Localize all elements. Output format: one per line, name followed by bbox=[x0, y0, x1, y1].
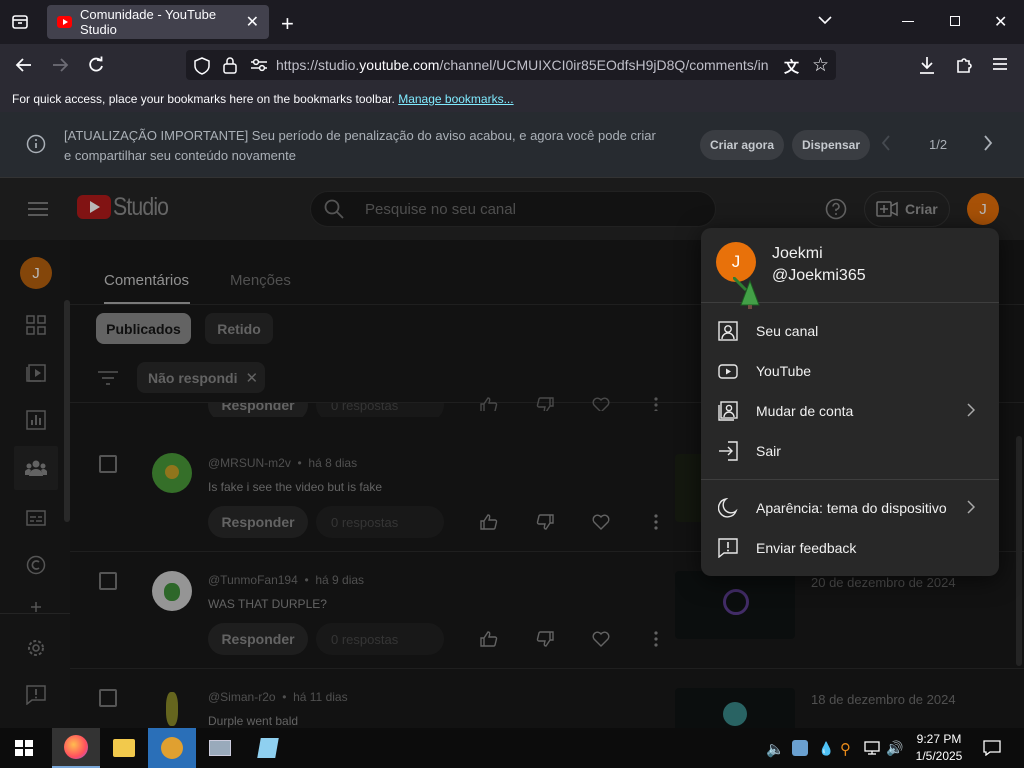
notice-text: [ATUALIZAÇÃO IMPORTANTE] Seu período de … bbox=[64, 128, 656, 163]
new-tab-icon[interactable]: + bbox=[281, 11, 294, 37]
url-input[interactable]: https://studio. youtube.com/channel/UCMUI… bbox=[186, 50, 836, 80]
menu-item-youtube[interactable]: YouTube bbox=[701, 351, 999, 391]
create-now-button[interactable]: Criar agora bbox=[700, 130, 784, 160]
translate-icon[interactable]: 文 bbox=[784, 56, 799, 77]
lock-icon[interactable] bbox=[223, 56, 237, 74]
star-bookmark-icon[interactable]: ☆ bbox=[812, 54, 829, 77]
browser-tab-active[interactable]: Comunidade - YouTube Studio ✕ bbox=[47, 5, 269, 39]
url-prefix: https://studio. bbox=[276, 57, 360, 73]
window-close-icon[interactable]: ✕ bbox=[994, 12, 1007, 32]
notepad-icon bbox=[257, 738, 279, 758]
info-icon bbox=[26, 134, 46, 154]
minimize-icon[interactable] bbox=[902, 21, 914, 22]
tab-list-icon[interactable] bbox=[11, 13, 29, 31]
maximize-icon[interactable] bbox=[950, 16, 960, 26]
chevron-left-icon[interactable] bbox=[880, 134, 892, 152]
notifications-icon[interactable] bbox=[983, 740, 1001, 756]
reload-icon[interactable] bbox=[86, 55, 106, 75]
windows-start-icon[interactable] bbox=[15, 740, 33, 756]
menu-divider bbox=[701, 479, 999, 480]
switch-account-icon bbox=[718, 401, 738, 421]
sign-out-icon bbox=[718, 441, 738, 461]
menu-item-label: Aparência: tema do dispositivo bbox=[756, 500, 947, 516]
computer-icon bbox=[209, 740, 231, 756]
youtube-play-icon bbox=[718, 361, 738, 381]
account-name: Joekmi bbox=[772, 245, 823, 262]
menu-item-label: YouTube bbox=[756, 363, 812, 379]
network-tray-icon[interactable] bbox=[864, 741, 880, 755]
youtube-favicon-icon bbox=[57, 16, 72, 28]
dismiss-button[interactable]: Dispensar bbox=[792, 130, 870, 160]
menu-avatar: J bbox=[716, 242, 756, 282]
firefox-icon bbox=[64, 735, 88, 759]
navigation-toolbar: https://studio. youtube.com/channel/UCMUI… bbox=[0, 44, 1024, 86]
taskbar-app-pinned[interactable] bbox=[148, 728, 196, 768]
folder-icon bbox=[113, 739, 135, 757]
extensions-puzzle-icon[interactable] bbox=[955, 55, 973, 75]
taskbar-clock[interactable]: 9:27 PM 1/5/2025 bbox=[910, 731, 968, 765]
url-host: youtube.com bbox=[359, 57, 440, 73]
notice-banner: [ATUALIZAÇÃO IMPORTANTE] Seu período de … bbox=[0, 112, 1024, 178]
chevron-right-icon[interactable] bbox=[982, 134, 994, 152]
taskbar-file-explorer[interactable] bbox=[100, 728, 148, 768]
volume-tray-icon[interactable]: 🔊 bbox=[886, 740, 903, 757]
clock-date: 1/5/2025 bbox=[915, 749, 963, 763]
taskbar-app-network[interactable] bbox=[196, 728, 244, 768]
mouse-cursor-icon bbox=[733, 277, 763, 309]
droplet-tray-icon[interactable]: 💧 bbox=[818, 741, 834, 757]
tab-title: Comunidade - YouTube Studio bbox=[80, 7, 217, 37]
notice-pager: 1/2 bbox=[929, 137, 948, 152]
chevron-right-icon bbox=[967, 403, 975, 417]
permissions-icon[interactable] bbox=[250, 58, 268, 72]
menu-item-your-channel[interactable]: Seu canal bbox=[701, 311, 999, 351]
app-icon bbox=[161, 737, 183, 759]
search-tray-icon[interactable]: ⚲ bbox=[840, 740, 851, 758]
url-path: /channel/UCMUIXCI0ir85EOdfsH9jD8Q/commen… bbox=[439, 57, 769, 73]
menu-item-appearance[interactable]: Aparência: tema do dispositivo bbox=[701, 488, 999, 528]
chevron-right-icon bbox=[967, 500, 975, 514]
menu-item-switch-account[interactable]: Mudar de conta bbox=[701, 391, 999, 431]
taskbar-app-notepad[interactable] bbox=[244, 728, 292, 768]
person-box-icon bbox=[718, 321, 738, 341]
shield-icon[interactable] bbox=[194, 57, 210, 75]
bookmarks-hint: For quick access, place your bookmarks h… bbox=[12, 92, 395, 106]
menu-item-label: Enviar feedback bbox=[756, 540, 857, 556]
forward-arrow-icon[interactable] bbox=[50, 55, 70, 75]
manage-bookmarks-link[interactable]: Manage bookmarks... bbox=[398, 92, 513, 106]
menu-item-label: Mudar de conta bbox=[756, 403, 854, 419]
hamburger-menu-icon[interactable] bbox=[992, 57, 1008, 71]
feedback-icon bbox=[718, 538, 738, 558]
tray-app-icon[interactable] bbox=[792, 740, 808, 756]
menu-item-label: Sair bbox=[756, 443, 781, 459]
moon-icon bbox=[718, 498, 738, 518]
menu-item-send-feedback[interactable]: Enviar feedback bbox=[701, 528, 999, 568]
menu-item-label: Seu canal bbox=[756, 323, 819, 339]
chevron-down-icon[interactable] bbox=[817, 14, 833, 26]
account-handle: @Joekmi365 bbox=[772, 267, 866, 284]
tab-close-icon[interactable]: ✕ bbox=[246, 12, 259, 32]
speaker-tray-icon[interactable]: 🔈 bbox=[766, 740, 785, 758]
menu-item-sign-out[interactable]: Sair bbox=[701, 431, 999, 471]
back-arrow-icon[interactable] bbox=[14, 55, 34, 75]
download-icon[interactable] bbox=[918, 55, 936, 75]
browser-tab-bar: Comunidade - YouTube Studio ✕ + ✕ bbox=[0, 0, 1024, 44]
taskbar-firefox[interactable] bbox=[52, 728, 100, 768]
bookmarks-toolbar: For quick access, place your bookmarks h… bbox=[0, 86, 1024, 112]
clock-time: 9:27 PM bbox=[916, 732, 962, 746]
